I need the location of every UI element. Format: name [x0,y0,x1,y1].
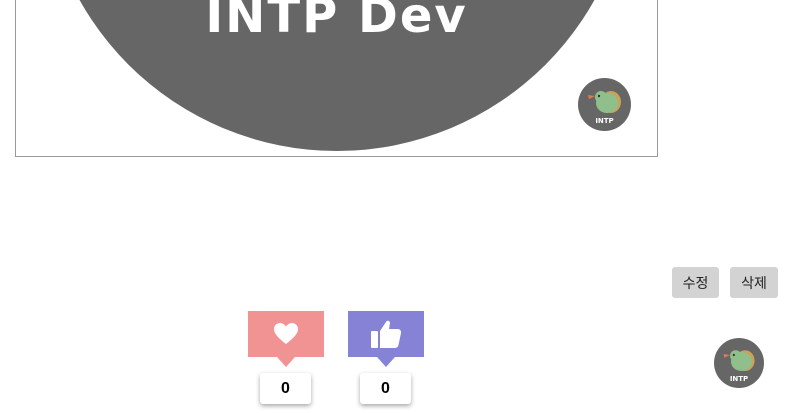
edit-button[interactable]: 수정 [672,267,719,298]
banner-title: INTP Dev [205,0,468,44]
heart-icon [274,323,298,344]
footer-logo: INTP [714,338,764,388]
heart-count: 0 [260,373,311,404]
heart-button[interactable] [248,311,324,367]
banner-logo: INTP [578,78,631,131]
banner-image: INTP Dev INTP [15,0,658,157]
footer-logo-text: INTP [729,375,749,383]
like-button[interactable] [348,311,424,367]
banner-logo-text: INTP [595,117,614,125]
like-count: 0 [360,373,411,404]
thumbs-up-icon [371,320,402,348]
delete-button[interactable]: 삭제 [730,267,778,298]
